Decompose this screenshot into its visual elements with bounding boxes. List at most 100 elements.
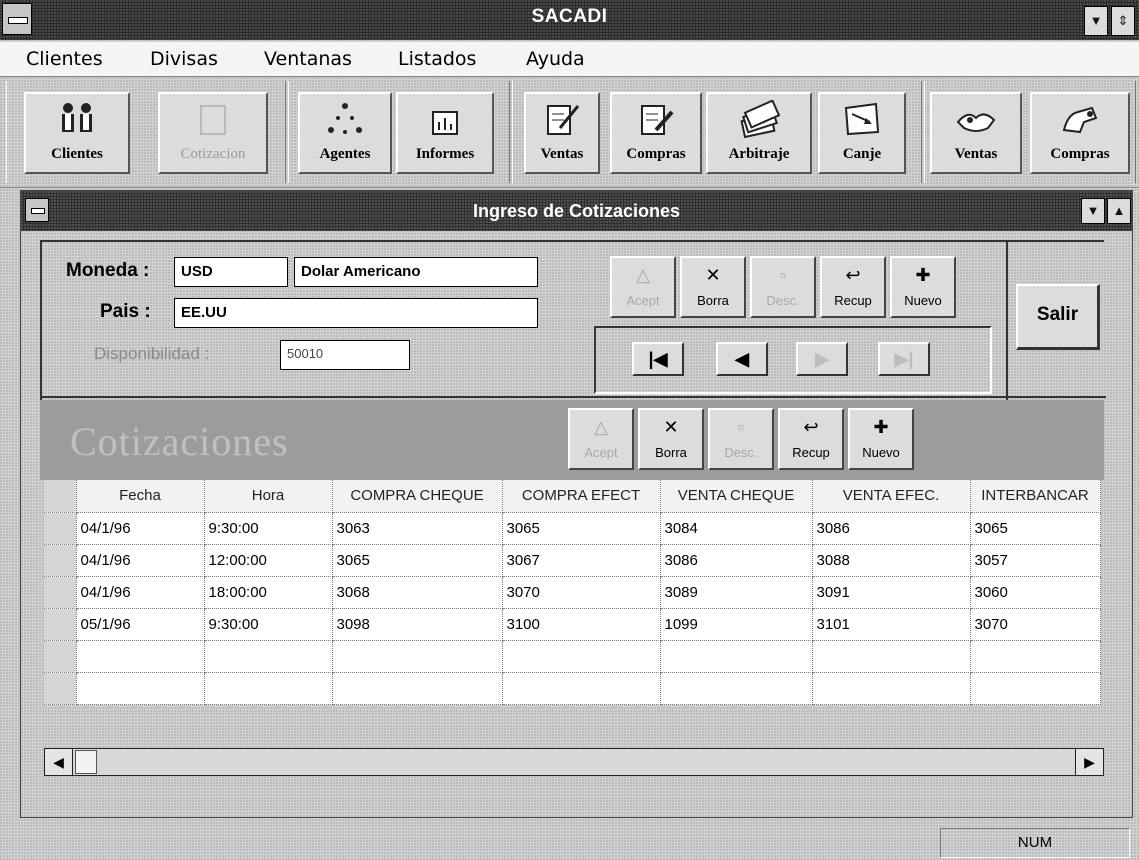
column-header-interbancar[interactable]: INTERBANCAR — [970, 480, 1101, 513]
cell-interbancar[interactable]: 3070 — [970, 608, 1101, 641]
cotizacion-button[interactable]: Cotizacion — [158, 92, 268, 174]
clientes-button[interactable]: Clientes — [24, 92, 130, 174]
compras-trade-button[interactable]: Compras — [1030, 92, 1130, 174]
grid-nuevo-button[interactable]: ✚ Nuevo — [848, 408, 914, 470]
row-selector[interactable] — [44, 512, 77, 545]
agentes-button[interactable]: Agentes — [298, 92, 392, 174]
table-row[interactable]: 04/1/96 18:00:00 3068 3070 3089 3091 306… — [44, 576, 1101, 609]
cell-fecha[interactable]: 04/1/96 — [76, 544, 205, 577]
empty-cell[interactable] — [812, 672, 971, 705]
empty-cell[interactable] — [332, 672, 503, 705]
minimize-button[interactable]: ▼ — [1084, 6, 1108, 36]
row-selector[interactable] — [44, 608, 77, 641]
cell-venta-efec[interactable]: 3101 — [812, 608, 971, 641]
empty-cell[interactable] — [204, 640, 333, 673]
cell-interbancar[interactable]: 3060 — [970, 576, 1101, 609]
scroll-right-button[interactable]: ▶ — [1075, 749, 1103, 775]
previous-record-button[interactable]: ◀ — [716, 342, 768, 376]
cell-venta-cheque[interactable]: 3086 — [660, 544, 813, 577]
cell-hora[interactable]: 9:30:00 — [204, 512, 333, 545]
scroll-thumb[interactable] — [75, 750, 97, 774]
empty-cell[interactable] — [660, 640, 813, 673]
cell-interbancar[interactable]: 3065 — [970, 512, 1101, 545]
empty-cell[interactable] — [332, 640, 503, 673]
cell-fecha[interactable]: 04/1/96 — [76, 512, 205, 545]
column-header-hora[interactable]: Hora — [204, 480, 333, 513]
cell-venta-efec[interactable]: 3091 — [812, 576, 971, 609]
empty-cell[interactable] — [204, 672, 333, 705]
recup-button[interactable]: ↩ Recup — [820, 256, 886, 318]
arbitraje-button[interactable]: Arbitraje — [706, 92, 812, 174]
table-row-empty[interactable] — [44, 640, 1101, 673]
ventas-button[interactable]: Ventas — [524, 92, 600, 174]
borra-button[interactable]: ✕ Borra — [680, 256, 746, 318]
cell-compra-cheque[interactable]: 3063 — [332, 512, 503, 545]
table-row[interactable]: 05/1/96 9:30:00 3098 3100 1099 3101 3070 — [44, 608, 1101, 641]
menu-ventanas[interactable]: Ventanas — [264, 48, 352, 70]
next-record-button[interactable]: ▶ — [796, 342, 848, 376]
window-minimize-button[interactable]: ▼ — [1081, 198, 1105, 224]
cell-compra-efect[interactable]: 3067 — [502, 544, 661, 577]
empty-cell[interactable] — [812, 640, 971, 673]
cell-compra-efect[interactable]: 3070 — [502, 576, 661, 609]
informes-button[interactable]: Informes — [396, 92, 494, 174]
grid-borra-button[interactable]: ✕ Borra — [638, 408, 704, 470]
row-selector[interactable] — [44, 576, 77, 609]
menu-divisas[interactable]: Divisas — [150, 48, 218, 70]
row-selector[interactable] — [44, 640, 77, 673]
cell-hora[interactable]: 18:00:00 — [204, 576, 333, 609]
restore-button[interactable]: ⇕ — [1111, 6, 1135, 36]
cell-fecha[interactable]: 04/1/96 — [76, 576, 205, 609]
last-record-button[interactable]: ▶| — [878, 342, 930, 376]
empty-cell[interactable] — [970, 672, 1101, 705]
empty-cell[interactable] — [970, 640, 1101, 673]
cell-interbancar[interactable]: 3057 — [970, 544, 1101, 577]
menu-ayuda[interactable]: Ayuda — [526, 48, 585, 70]
cell-compra-cheque[interactable]: 3065 — [332, 544, 503, 577]
window-maximize-button[interactable]: ▲ — [1107, 198, 1131, 224]
moneda-name-field[interactable]: Dolar Americano — [294, 257, 538, 287]
first-record-button[interactable]: |◀ — [632, 342, 684, 376]
menu-listados[interactable]: Listados — [398, 48, 476, 70]
cell-hora[interactable]: 12:00:00 — [204, 544, 333, 577]
salir-button[interactable]: Salir — [1016, 284, 1100, 350]
nuevo-button[interactable]: ✚ Nuevo — [890, 256, 956, 318]
grid-recup-button[interactable]: ↩ Recup — [778, 408, 844, 470]
pais-field[interactable]: EE.UU — [174, 298, 538, 328]
column-header-venta-efec[interactable]: VENTA EFEC. — [812, 480, 971, 513]
column-header-fecha[interactable]: Fecha — [76, 480, 205, 513]
acept-button[interactable]: △ Acept — [610, 256, 676, 318]
cell-compra-efect[interactable]: 3065 — [502, 512, 661, 545]
row-selector[interactable] — [44, 544, 77, 577]
table-row[interactable]: 04/1/96 9:30:00 3063 3065 3084 3086 3065 — [44, 512, 1101, 545]
column-header-compra-efect[interactable]: COMPRA EFECT — [502, 480, 661, 513]
cell-hora[interactable]: 9:30:00 — [204, 608, 333, 641]
empty-cell[interactable] — [660, 672, 813, 705]
empty-cell[interactable] — [76, 672, 205, 705]
menu-clientes[interactable]: Clientes — [26, 48, 103, 70]
column-header-venta-cheque[interactable]: VENTA CHEQUE — [660, 480, 813, 513]
cell-compra-cheque[interactable]: 3098 — [332, 608, 503, 641]
desc-button[interactable]: ▫ Desc. — [750, 256, 816, 318]
empty-cell[interactable] — [502, 672, 661, 705]
table-row[interactable]: 04/1/96 12:00:00 3065 3067 3086 3088 305… — [44, 544, 1101, 577]
grid-desc-button[interactable]: ▫ Desc. — [708, 408, 774, 470]
moneda-code-field[interactable]: USD — [174, 257, 288, 287]
empty-cell[interactable] — [502, 640, 661, 673]
row-selector[interactable] — [44, 672, 77, 705]
cell-compra-efect[interactable]: 3100 — [502, 608, 661, 641]
canje-button[interactable]: Canje — [818, 92, 906, 174]
cell-fecha[interactable]: 05/1/96 — [76, 608, 205, 641]
empty-cell[interactable] — [76, 640, 205, 673]
cell-compra-cheque[interactable]: 3068 — [332, 576, 503, 609]
compras-button[interactable]: Compras — [610, 92, 702, 174]
cell-venta-cheque[interactable]: 3089 — [660, 576, 813, 609]
scroll-left-button[interactable]: ◀ — [45, 749, 73, 775]
table-row-empty[interactable] — [44, 672, 1101, 705]
cell-venta-efec[interactable]: 3088 — [812, 544, 971, 577]
ventas-trade-button[interactable]: Ventas — [930, 92, 1022, 174]
cell-venta-cheque[interactable]: 3084 — [660, 512, 813, 545]
grid-acept-button[interactable]: △ Acept — [568, 408, 634, 470]
column-header-compra-cheque[interactable]: COMPRA CHEQUE — [332, 480, 503, 513]
horizontal-scrollbar[interactable]: ◀ ▶ — [44, 748, 1104, 776]
